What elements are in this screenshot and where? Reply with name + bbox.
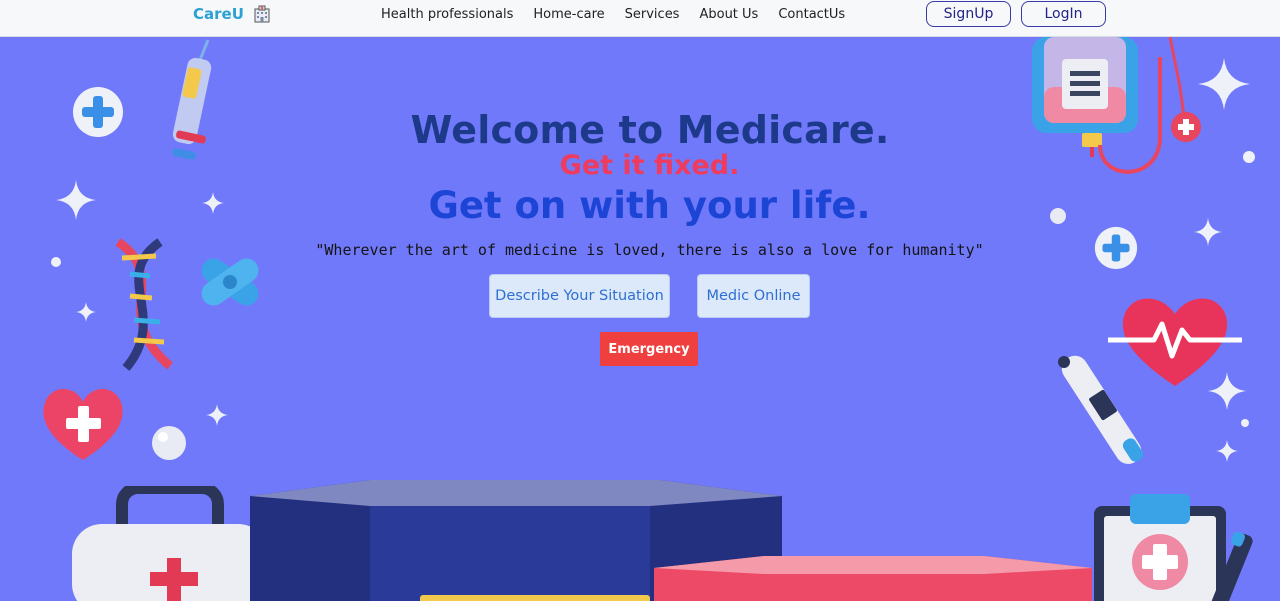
signup-button[interactable]: SignUp: [926, 1, 1011, 27]
sparkle-icon: [1208, 372, 1246, 410]
sparkle-icon: [1216, 440, 1238, 462]
pearl-icon: [152, 426, 186, 460]
emergency-button[interactable]: Emergency: [600, 332, 698, 366]
nav-about-us[interactable]: About Us: [699, 7, 758, 22]
hero-subtitle-fixed: Get it fixed.: [559, 150, 740, 181]
describe-situation-button[interactable]: Describe Your Situation: [489, 274, 670, 318]
heart-plus-icon: [43, 388, 123, 460]
sparkle-icon: [76, 302, 96, 322]
hero-title: Welcome to Medicare.: [410, 108, 890, 152]
nav-home-care[interactable]: Home-care: [533, 7, 604, 22]
pearl-icon: [1241, 419, 1249, 427]
hospital-icon: [254, 5, 270, 23]
nav-links: Health professionals Home-care Services …: [381, 7, 845, 22]
brand[interactable]: CareU: [193, 4, 272, 24]
pen-icon: [1211, 532, 1253, 601]
sparkle-icon: [206, 404, 228, 426]
hero-subtitle-life: Get on with your life.: [428, 184, 871, 227]
navbar: CareU Health professionals Home-care Ser…: [0, 0, 1280, 37]
sparkle-icon: [1198, 58, 1250, 110]
nav-health-professionals[interactable]: Health professionals: [381, 7, 513, 22]
podium-icon: [654, 556, 1092, 601]
medic-online-button[interactable]: Medic Online: [697, 274, 810, 318]
login-button[interactable]: LogIn: [1021, 1, 1106, 27]
nav-contact-us[interactable]: ContactUs: [778, 7, 845, 22]
thermometer-icon: [1058, 355, 1144, 464]
first-aid-kit-icon: [72, 486, 268, 601]
podium-icon: [420, 595, 650, 601]
nav-services[interactable]: Services: [625, 7, 680, 22]
hero-quote: "Wherever the art of medicine is loved, …: [315, 241, 984, 259]
brand-name[interactable]: CareU: [193, 5, 244, 23]
